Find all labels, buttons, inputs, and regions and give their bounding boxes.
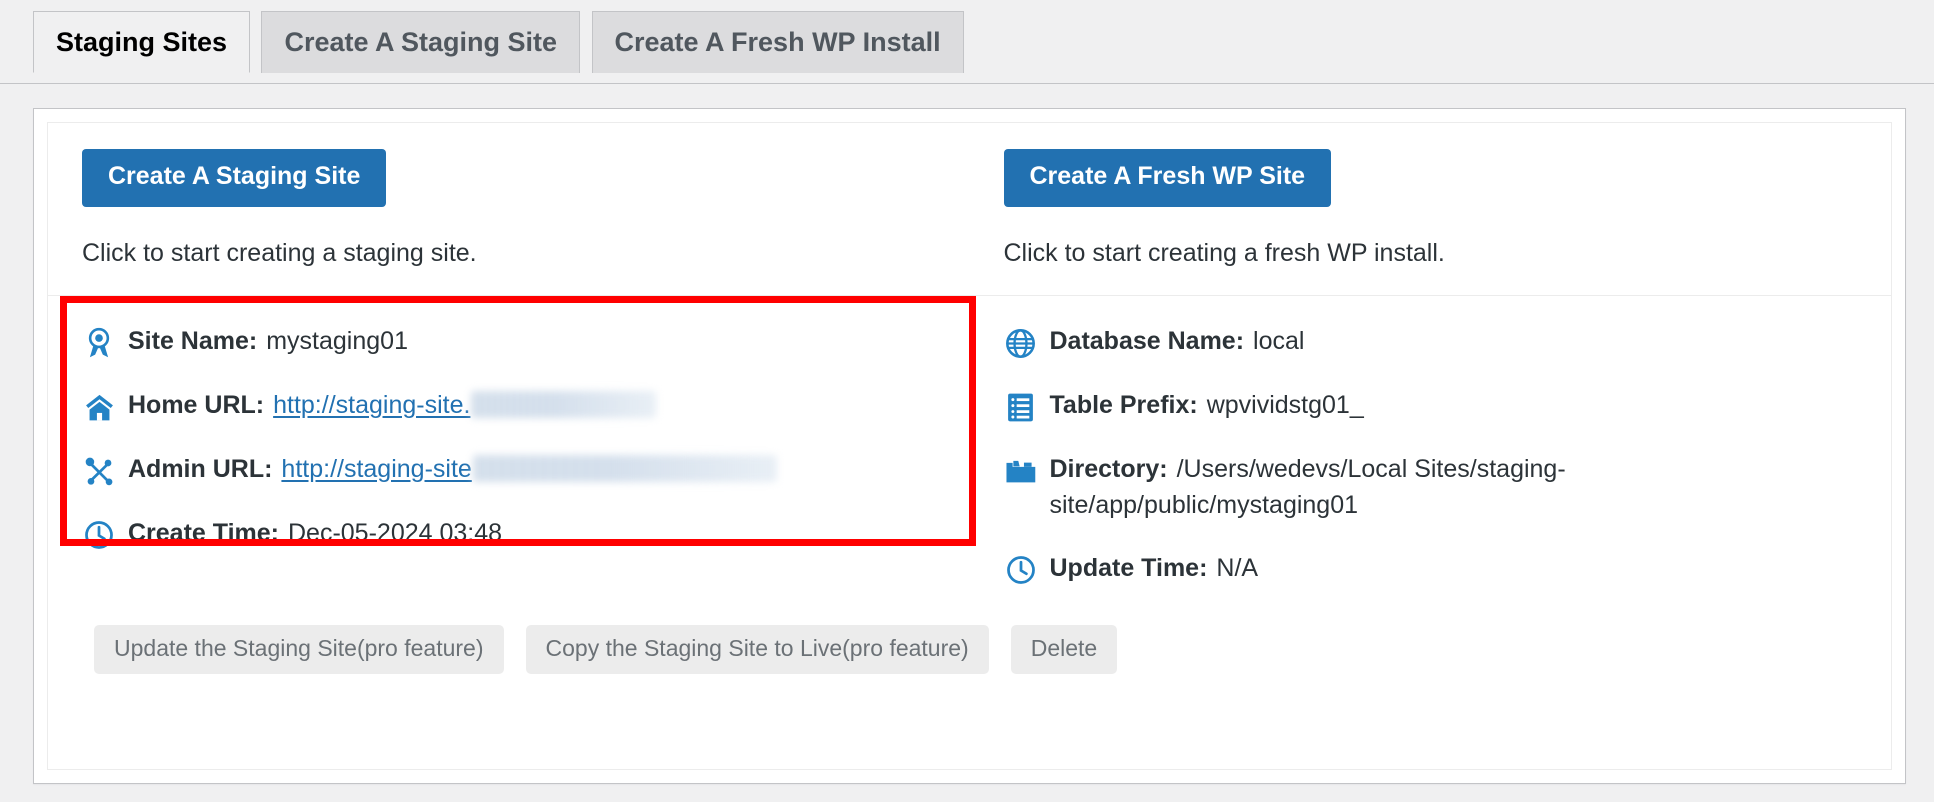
create-fresh-wp-site-helper-text: Click to start creating a fresh WP insta…	[1003, 238, 1445, 267]
create-fresh-wp-site-column: Create A Fresh WP Site Click to start cr…	[970, 123, 1892, 295]
detail-site-name-label: Site Name:	[128, 327, 258, 355]
copy-the-staging-site-to-live-button[interactable]: Copy the Staging Site to Live(pro featur…	[525, 625, 989, 675]
create-staging-site-column: Create A Staging Site Click to start cre…	[48, 123, 970, 295]
create-actions-row: Create A Staging Site Click to start cre…	[48, 123, 1891, 296]
staging-site-details-row: Site Name: mystaging01 Home URL: http://…	[48, 296, 1891, 611]
folder-icon	[1004, 454, 1038, 488]
staging-site-details-right: Database Name: local Table Prefix: wpviv…	[970, 296, 1892, 611]
create-staging-site-helper-text: Click to start creating a staging site.	[82, 238, 477, 267]
detail-directory: Directory:/Users/wedevs/Local Sites/stag…	[1004, 452, 1852, 523]
admin-url-link[interactable]: http://staging-site	[281, 455, 471, 483]
detail-admin-url-value: http://staging-site	[281, 452, 777, 488]
admin-url-redacted-blur	[472, 455, 777, 482]
create-a-fresh-wp-site-button[interactable]: Create A Fresh WP Site	[1003, 149, 1332, 207]
admin-network-icon	[82, 454, 116, 488]
delete-button[interactable]: Delete	[1010, 625, 1118, 675]
globe-icon	[1004, 326, 1038, 360]
detail-update-time-label: Update Time:	[1049, 554, 1208, 582]
home-icon	[82, 390, 116, 424]
staging-sites-panel: Create A Staging Site Click to start cre…	[33, 108, 1906, 784]
detail-database-name-label: Database Name:	[1049, 327, 1245, 355]
staging-sites-inner-card: Create A Staging Site Click to start cre…	[47, 122, 1892, 770]
detail-table-prefix: Table Prefix: wpvividstg01_	[1004, 388, 1852, 424]
staging-site-details-left: Site Name: mystaging01 Home URL: http://…	[48, 296, 970, 611]
detail-create-time-value: Dec-05-2024 03:48	[288, 519, 503, 547]
detail-create-time-label: Create Time:	[128, 519, 279, 547]
detail-admin-url-label: Admin URL:	[128, 455, 273, 483]
clock-icon	[82, 518, 116, 552]
staging-site-footer-actions: Update the Staging Site(pro feature) Cop…	[48, 611, 1891, 702]
detail-home-url-value: http://staging-site.	[273, 388, 657, 424]
detail-create-time: Create Time: Dec-05-2024 03:48	[82, 516, 930, 552]
ribbon-badge-icon	[82, 326, 116, 360]
home-url-link[interactable]: http://staging-site.	[273, 391, 470, 419]
detail-directory-text: Directory:/Users/wedevs/Local Sites/stag…	[1050, 452, 1852, 523]
detail-home-url: Home URL: http://staging-site.	[82, 388, 930, 424]
detail-site-name: Site Name: mystaging01	[82, 324, 930, 360]
detail-update-time-value: N/A	[1216, 554, 1259, 582]
detail-site-name-value: mystaging01	[266, 327, 408, 355]
clock-icon	[1004, 553, 1038, 587]
detail-directory-label: Directory:	[1049, 455, 1168, 483]
tab-create-a-fresh-wp-install[interactable]: Create A Fresh WP Install	[591, 11, 964, 73]
detail-update-time: Update Time: N/A	[1004, 551, 1852, 587]
detail-table-prefix-value: wpvividstg01_	[1206, 391, 1364, 419]
home-url-redacted-blur	[471, 391, 657, 418]
detail-database-name-value: local	[1253, 327, 1305, 355]
tab-staging-sites[interactable]: Staging Sites	[33, 11, 251, 73]
tab-bar: Staging Sites Create A Staging Site Crea…	[0, 0, 1934, 84]
detail-admin-url: Admin URL: http://staging-site	[82, 452, 930, 488]
detail-table-prefix-label: Table Prefix:	[1049, 391, 1198, 419]
table-list-icon	[1004, 390, 1038, 424]
detail-home-url-label: Home URL:	[128, 391, 265, 419]
detail-database-name: Database Name: local	[1004, 324, 1852, 360]
create-a-staging-site-button[interactable]: Create A Staging Site	[82, 149, 387, 207]
tab-create-a-staging-site[interactable]: Create A Staging Site	[261, 11, 581, 73]
update-the-staging-site-button[interactable]: Update the Staging Site(pro feature)	[94, 625, 504, 675]
